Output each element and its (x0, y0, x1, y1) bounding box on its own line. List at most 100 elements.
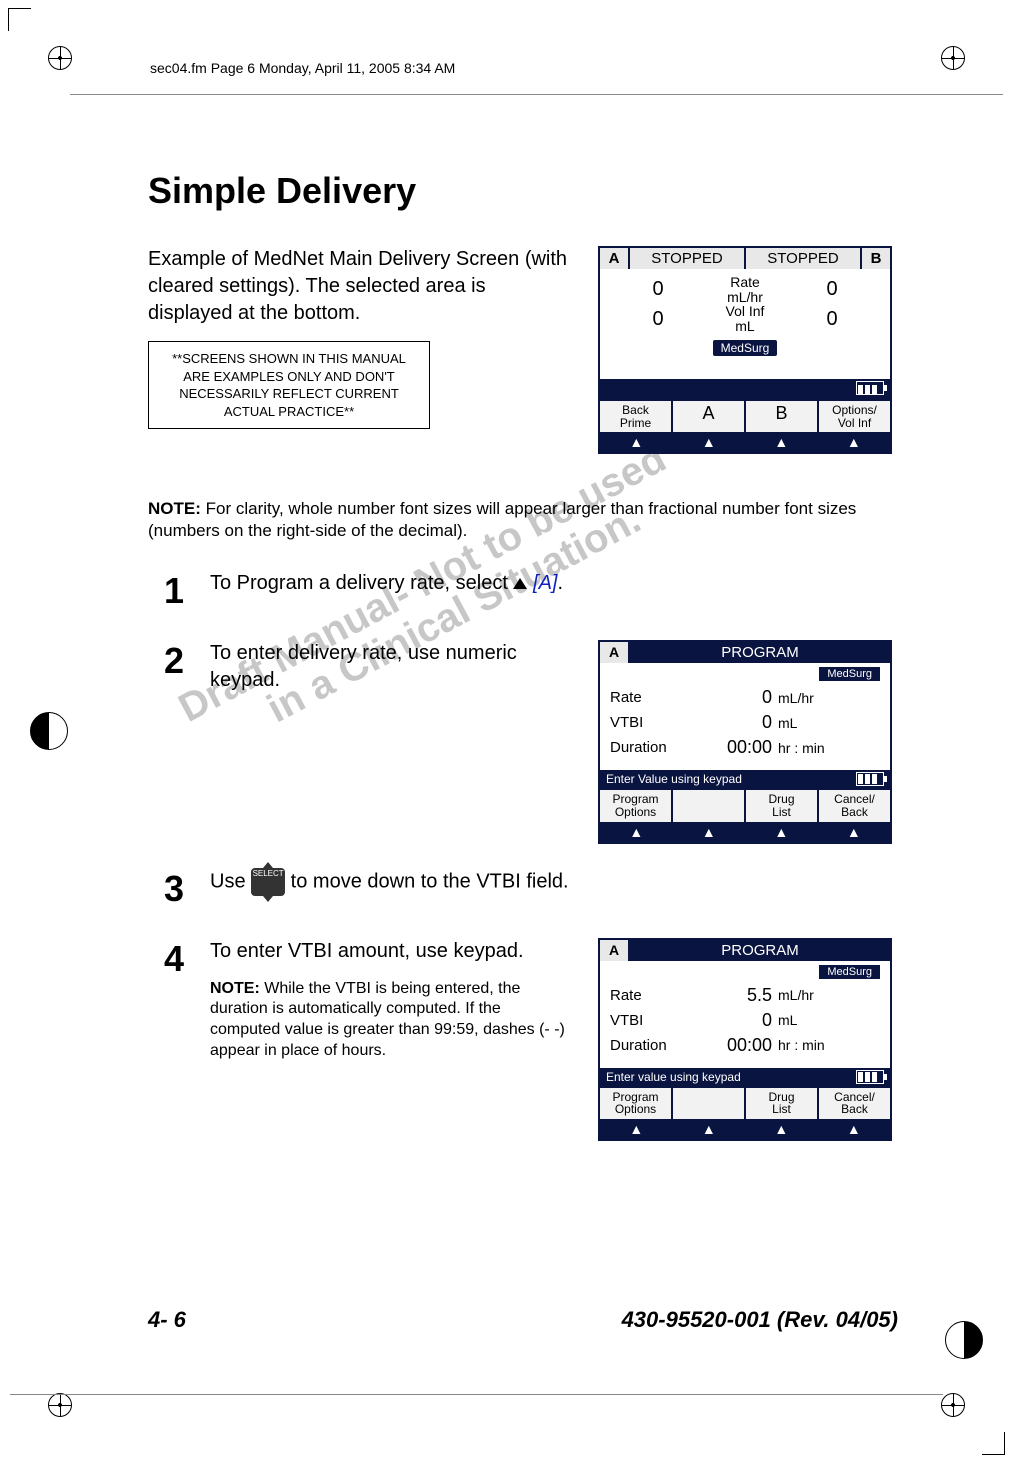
rate-label: Rate (730, 274, 760, 290)
prompt-text: Enter value using keypad (606, 1070, 741, 1084)
header-rule (70, 94, 1003, 95)
registration-mark-icon (48, 1393, 72, 1417)
step-1-text: To Program a delivery rate, select (210, 572, 513, 594)
screen-title: PROGRAM (630, 940, 890, 961)
vol-b-value: 0 (789, 308, 875, 331)
vtbi-label: VTBI (610, 1012, 692, 1029)
crop-mark (982, 1432, 1005, 1455)
step-4-note-text: While the VTBI is being entered, the dur… (210, 980, 565, 1059)
status-a: STOPPED (630, 248, 746, 269)
duration-unit: hr : min (778, 1037, 825, 1053)
vtbi-value: 0 (692, 712, 778, 733)
softkey-blank[interactable] (673, 1088, 746, 1119)
up-arrow-icon[interactable]: ▲ (600, 1119, 673, 1139)
care-area-badge: MedSurg (819, 667, 880, 681)
registration-mark-icon (941, 1393, 965, 1417)
screen-reference-a: [A] (533, 572, 557, 594)
up-arrow-icon[interactable]: ▲ (818, 432, 891, 452)
softkey-b[interactable]: B (746, 401, 819, 432)
select-key-icon: SELECT (251, 868, 285, 896)
registration-mark-icon (48, 46, 72, 70)
step-number: 3 (148, 868, 184, 910)
pump-screen-program-vtbi: A PROGRAM MedSurg Rate5.5mL/hr VTBI0mL D… (598, 938, 892, 1141)
up-arrow-icon[interactable]: ▲ (600, 822, 673, 842)
up-arrow-icon[interactable]: ▲ (673, 822, 746, 842)
registration-mark-icon (941, 46, 965, 70)
step-number: 2 (148, 640, 184, 682)
battery-icon (856, 381, 884, 395)
softkey-drug-list[interactable]: Drug List (746, 790, 819, 821)
screen-title: PROGRAM (630, 642, 890, 663)
softkey-program-options[interactable]: Program Options (600, 790, 673, 821)
rate-value-selected[interactable]: 0 (762, 687, 772, 707)
vtbi-unit: mL (778, 715, 797, 731)
duration-label: Duration (610, 1037, 692, 1054)
page-number: 4- 6 (148, 1307, 186, 1333)
prompt-text: Enter Value using keypad (606, 772, 742, 786)
fold-mark-icon (945, 1321, 983, 1359)
rate-value: 5.5 (692, 985, 778, 1006)
rate-label: Rate (610, 987, 692, 1004)
rate-unit: mL/hr (727, 289, 763, 305)
rate-unit: mL/hr (778, 987, 814, 1003)
up-arrow-icon[interactable]: ▲ (818, 822, 891, 842)
up-arrow-icon[interactable]: ▲ (745, 432, 818, 452)
rate-b-value: 0 (789, 278, 875, 301)
up-arrow-icon[interactable]: ▲ (673, 432, 746, 452)
up-arrow-icon[interactable]: ▲ (745, 822, 818, 842)
step-number: 4 (148, 938, 184, 980)
softkey-options-volinf[interactable]: Options/ Vol Inf (819, 401, 890, 432)
softkey-cancel-back[interactable]: Cancel/ Back (819, 1088, 890, 1119)
vol-label: Vol Inf (726, 303, 765, 319)
channel-a-label: A (600, 940, 630, 961)
footer-rule (10, 1394, 943, 1395)
up-arrow-icon[interactable]: ▲ (673, 1119, 746, 1139)
duration-label: Duration (610, 739, 692, 756)
duration-value: 00:00 (692, 737, 778, 758)
step-number: 1 (148, 570, 184, 612)
fold-mark-icon (30, 712, 68, 750)
disclaimer-box: **SCREENS SHOWN IN THIS MANUAL ARE EXAMP… (148, 341, 430, 429)
note-label: NOTE: (148, 499, 201, 518)
up-arrow-icon[interactable]: ▲ (600, 432, 673, 452)
note-text: For clarity, whole number font sizes wil… (148, 499, 856, 540)
care-area-badge: MedSurg (819, 965, 880, 979)
channel-a-label: A (600, 248, 630, 269)
status-b: STOPPED (746, 248, 862, 269)
step-2-text: To enter delivery rate, use numeric keyp… (210, 640, 572, 694)
page-title: Simple Delivery (148, 170, 898, 212)
duration-unit: hr : min (778, 740, 825, 756)
pump-screen-program-rate: A PROGRAM MedSurg Rate0mL/hr VTBI0mL Dur… (598, 640, 892, 843)
channel-b-label: B (862, 248, 890, 269)
up-arrow-icon[interactable]: ▲ (818, 1119, 891, 1139)
duration-value: 00:00 (692, 1035, 778, 1056)
pump-screen-main: A STOPPED STOPPED B 0 RatemL/hr 0 0 (598, 246, 892, 454)
rate-label: Rate (610, 689, 692, 706)
battery-icon (856, 1070, 884, 1084)
vtbi-value-selected[interactable]: 0 (762, 1010, 772, 1030)
intro-paragraph: Example of MedNet Main Delivery Screen (… (148, 246, 570, 327)
battery-icon (856, 772, 884, 786)
care-area-badge: MedSurg (713, 340, 778, 356)
softkey-back-prime[interactable]: Back Prime (600, 401, 673, 432)
step-3-text-a: Use (210, 870, 251, 892)
vtbi-label: VTBI (610, 714, 692, 731)
step-4-text: To enter VTBI amount, use keypad. (210, 940, 524, 962)
running-header: sec04.fm Page 6 Monday, April 11, 2005 8… (150, 60, 455, 76)
crop-mark (8, 8, 31, 31)
vol-a-value: 0 (615, 308, 701, 331)
up-arrow-icon[interactable]: ▲ (745, 1119, 818, 1139)
vol-unit: mL (735, 318, 754, 334)
rate-unit: mL/hr (778, 690, 814, 706)
softkey-drug-list[interactable]: Drug List (746, 1088, 819, 1119)
softkey-program-options[interactable]: Program Options (600, 1088, 673, 1119)
up-triangle-icon (513, 578, 527, 589)
note-label: NOTE: (210, 980, 260, 997)
softkey-cancel-back[interactable]: Cancel/ Back (819, 790, 890, 821)
softkey-a[interactable]: A (673, 401, 746, 432)
document-number: 430-95520-001 (Rev. 04/05) (622, 1307, 898, 1333)
channel-a-label: A (600, 642, 630, 663)
rate-a-value: 0 (615, 278, 701, 301)
step-3-text-b: to move down to the VTBI field. (285, 870, 568, 892)
softkey-blank[interactable] (673, 790, 746, 821)
